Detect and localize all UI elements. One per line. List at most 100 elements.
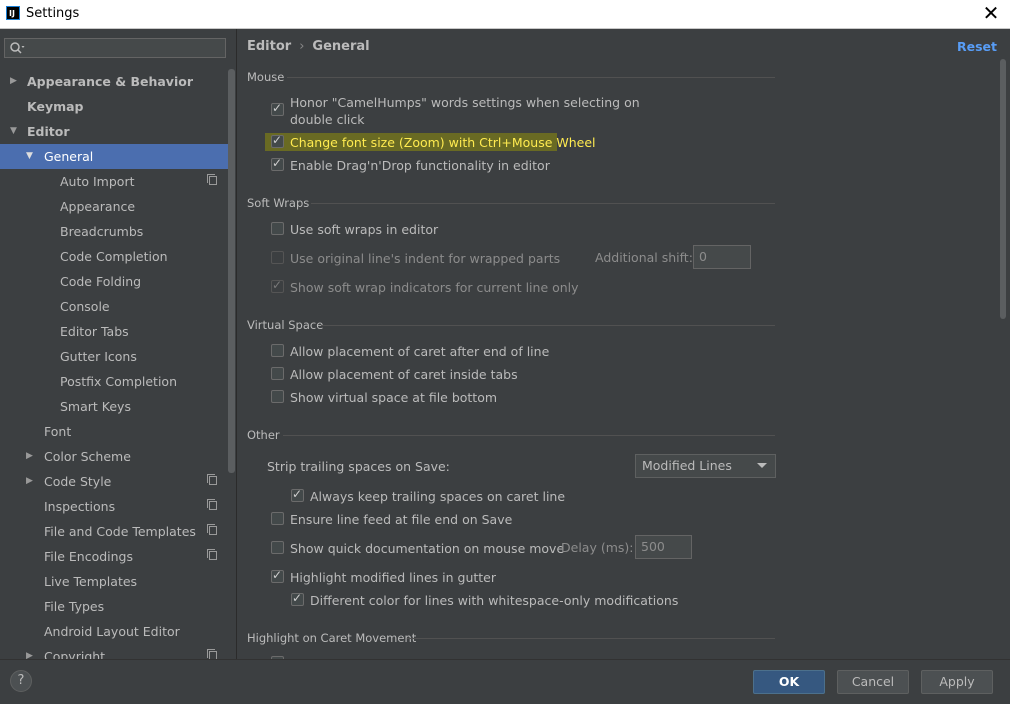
expand-arrow-icon[interactable]: ▶ xyxy=(26,644,36,659)
expand-arrow-icon[interactable]: ▶ xyxy=(26,469,36,494)
tree-item-label: File Types xyxy=(44,599,105,614)
zoom-label: Change font size (Zoom) with Ctrl+Mouse … xyxy=(290,135,596,150)
dragdrop-label: Enable Drag'n'Drop functionality in edit… xyxy=(290,158,550,173)
dropdown-value: Modified Lines xyxy=(642,458,732,473)
different-color-checkbox[interactable] xyxy=(291,591,304,606)
ensure-lf-checkbox[interactable] xyxy=(271,512,284,525)
soft-wrap-indicators-checkbox[interactable] xyxy=(271,278,284,293)
section-title-soft-wraps: Soft Wraps xyxy=(247,196,310,210)
delay-input[interactable]: 500 xyxy=(635,535,692,559)
original-indent-checkbox[interactable] xyxy=(271,251,284,264)
camelhumps-label-line2: double click xyxy=(290,112,365,127)
caret-after-end-checkbox[interactable] xyxy=(271,344,284,357)
section-title-mouse: Mouse xyxy=(247,70,285,84)
caret-inside-tabs-label: Allow placement of caret inside tabs xyxy=(290,367,518,382)
tree-item-live-templates[interactable]: Live Templates xyxy=(0,569,228,594)
tree-item-label: Color Scheme xyxy=(44,449,131,464)
tree-item-general[interactable]: ▼ General xyxy=(0,144,228,169)
chevron-down-icon xyxy=(757,463,767,468)
tree-item-breadcrumbs[interactable]: Breadcrumbs xyxy=(0,219,228,244)
different-color-label: Different color for lines with whitespac… xyxy=(310,593,679,608)
original-indent-label: Use original line's indent for wrapped p… xyxy=(290,251,561,266)
tree-item-code-completion[interactable]: Code Completion xyxy=(0,244,228,269)
section-divider xyxy=(287,77,775,78)
tree-item-gutter-icons[interactable]: Gutter Icons xyxy=(0,344,228,369)
tree-item-label: File Encodings xyxy=(44,549,134,564)
caret-inside-tabs-checkbox[interactable] xyxy=(271,367,284,380)
tree-item-console[interactable]: Console xyxy=(0,294,228,319)
sidebar-scrollbar[interactable] xyxy=(228,69,235,473)
tree-item-android-layout-editor[interactable]: Android Layout Editor xyxy=(0,619,228,644)
strip-trailing-dropdown[interactable]: Modified Lines xyxy=(635,454,776,478)
window-title: Settings xyxy=(26,6,80,21)
project-settings-icon xyxy=(207,499,217,510)
tree-item-label: Code Style xyxy=(44,474,112,489)
tree-item-code-folding[interactable]: Code Folding xyxy=(0,269,228,294)
section-divider xyxy=(311,203,775,204)
cancel-button[interactable]: Cancel xyxy=(837,670,909,694)
apply-button[interactable]: Apply xyxy=(921,670,993,694)
ok-button[interactable]: OK xyxy=(753,670,825,694)
tree-item-label: Font xyxy=(44,424,72,439)
soft-wraps-checkbox[interactable] xyxy=(271,222,284,235)
keep-trailing-checkbox[interactable] xyxy=(291,487,304,502)
tree-item-label: Appearance & Behavior xyxy=(27,74,193,89)
breadcrumb-parent[interactable]: Editor xyxy=(247,39,291,54)
content-scrollbar[interactable] xyxy=(1000,59,1006,319)
tree-item-postfix-completion[interactable]: Postfix Completion xyxy=(0,369,228,394)
additional-shift-input[interactable]: 0 xyxy=(693,245,751,269)
project-settings-icon xyxy=(207,549,217,560)
tree-item-label: Code Folding xyxy=(60,274,142,289)
collapse-arrow-icon[interactable]: ▼ xyxy=(26,144,36,169)
tree-item-editor-tabs[interactable]: Editor Tabs xyxy=(0,319,228,344)
settings-content: Editor › General Reset Mouse Honor "CamelH… xyxy=(237,29,1010,659)
expand-arrow-icon[interactable]: ▶ xyxy=(26,444,36,469)
tree-item-file-types[interactable]: File Types xyxy=(0,594,228,619)
reset-link[interactable]: Reset xyxy=(957,39,997,54)
collapse-arrow-icon[interactable]: ▼ xyxy=(10,119,20,144)
section-divider xyxy=(407,638,775,639)
project-settings-icon xyxy=(207,649,217,659)
close-icon[interactable]: ✕ xyxy=(980,3,1002,25)
project-settings-icon xyxy=(207,474,217,485)
camelhumps-checkbox[interactable] xyxy=(271,101,284,116)
quick-doc-checkbox[interactable] xyxy=(271,541,284,554)
tree-item-editor[interactable]: ▼ Editor xyxy=(0,119,228,144)
search-input[interactable] xyxy=(4,38,226,58)
tree-item-appearance-behavior[interactable]: ▶ Appearance & Behavior xyxy=(0,69,228,94)
quick-doc-label: Show quick documentation on mouse move xyxy=(290,541,565,556)
tree-item-label: Breadcrumbs xyxy=(60,224,144,239)
tree-item-keymap[interactable]: Keymap xyxy=(0,94,228,119)
breadcrumb-separator: › xyxy=(299,39,305,54)
search-icon xyxy=(10,42,25,54)
tree-item-label: File and Code Templates xyxy=(44,524,196,539)
tree-item-inspections[interactable]: Inspections xyxy=(0,494,228,519)
soft-wraps-label: Use soft wraps in editor xyxy=(290,222,439,237)
tree-item-color-scheme[interactable]: ▶ Color Scheme xyxy=(0,444,228,469)
dragdrop-checkbox[interactable] xyxy=(271,156,284,171)
strip-trailing-label: Strip trailing spaces on Save: xyxy=(267,459,450,474)
expand-arrow-icon[interactable]: ▶ xyxy=(10,69,20,94)
tree-item-label: Gutter Icons xyxy=(60,349,137,364)
virtual-space-bottom-label: Show virtual space at file bottom xyxy=(290,390,498,405)
help-button[interactable]: ? xyxy=(10,670,32,692)
tree-item-auto-import[interactable]: Auto Import xyxy=(0,169,228,194)
tree-item-file-code-templates[interactable]: File and Code Templates xyxy=(0,519,228,544)
soft-wrap-indicators-label: Show soft wrap indicators for current li… xyxy=(290,280,579,295)
tree-item-label: Live Templates xyxy=(44,574,138,589)
highlight-modified-checkbox[interactable] xyxy=(271,568,284,583)
tree-item-label: Keymap xyxy=(27,99,84,114)
tree-item-label: Code Completion xyxy=(60,249,168,264)
tree-item-code-style[interactable]: ▶ Code Style xyxy=(0,469,228,494)
keep-trailing-label: Always keep trailing spaces on caret lin… xyxy=(310,489,566,504)
zoom-checkbox[interactable] xyxy=(271,133,284,148)
tree-item-smart-keys[interactable]: Smart Keys xyxy=(0,394,228,419)
tree-item-file-encodings[interactable]: File Encodings xyxy=(0,544,228,569)
tree-item-label: General xyxy=(44,149,94,164)
tree-item-label: Auto Import xyxy=(60,174,135,189)
tree-item-font[interactable]: Font xyxy=(0,419,228,444)
virtual-space-bottom-checkbox[interactable] xyxy=(271,390,284,403)
tree-item-label: Console xyxy=(60,299,110,314)
tree-item-appearance[interactable]: Appearance xyxy=(0,194,228,219)
tree-item-copyright[interactable]: ▶ Copyright xyxy=(0,644,228,659)
